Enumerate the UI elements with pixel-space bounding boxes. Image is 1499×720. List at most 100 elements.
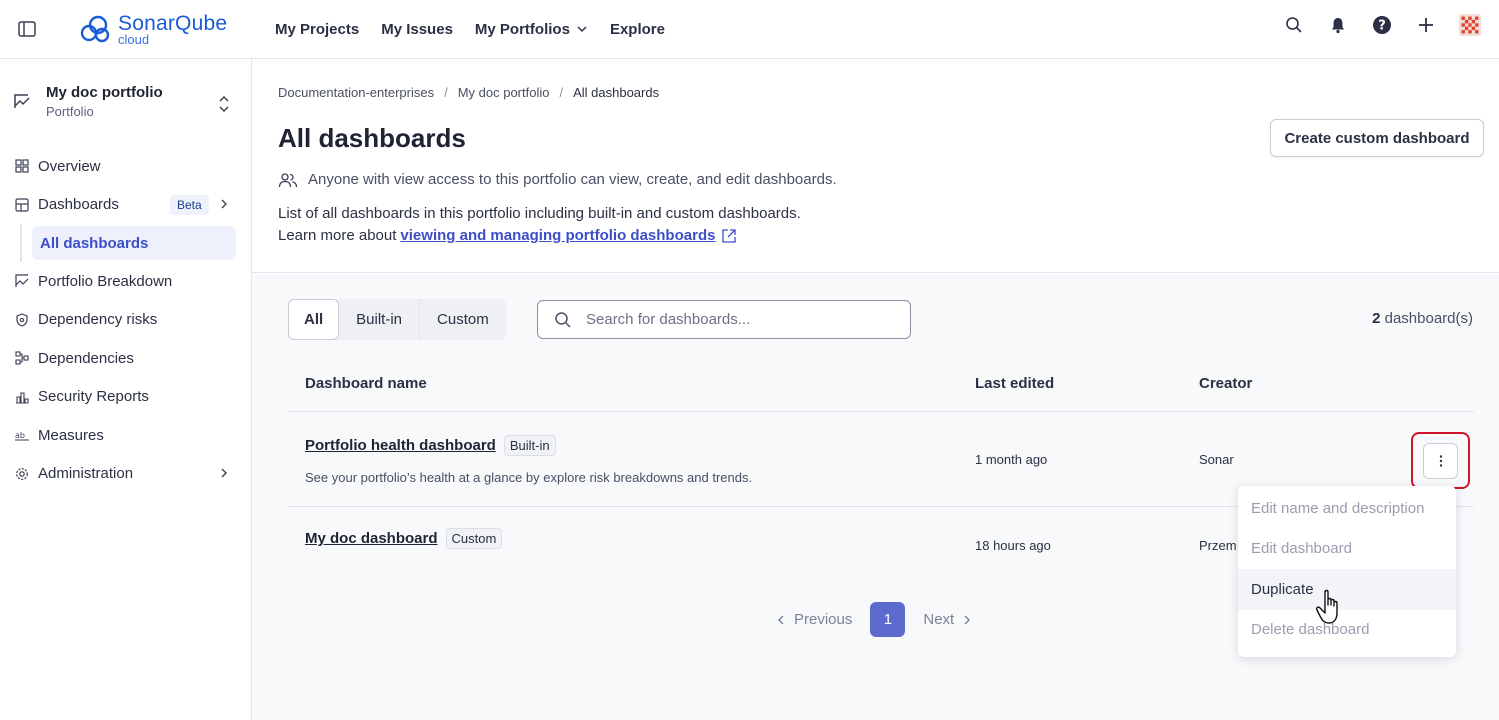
top-nav: My Projects My Issues My Portfolios Expl… <box>275 0 665 58</box>
more-actions-button[interactable] <box>1423 443 1458 479</box>
grid-icon <box>14 158 30 174</box>
sidebar-item-label: Overview <box>38 157 101 175</box>
breakdown-icon <box>14 273 30 289</box>
search-icon <box>555 311 571 328</box>
portfolio-switcher[interactable]: My doc portfolio Portfolio <box>12 84 237 124</box>
sidebar-item-security-reports[interactable]: Security Reports <box>0 378 252 417</box>
portfolio-name: My doc portfolio <box>46 84 163 101</box>
search-icon[interactable] <box>1283 14 1305 36</box>
help-icon[interactable]: ? <box>1371 14 1393 36</box>
sidebar-item-portfolio-breakdown[interactable]: Portfolio Breakdown <box>0 262 252 301</box>
sidebar-item-label: Dashboards <box>38 196 119 214</box>
top-bar: SonarQube cloud My Projects My Issues My… <box>0 0 1499 59</box>
sidebar-item-label: Measures <box>38 426 104 444</box>
creator: Sonar <box>1199 452 1234 467</box>
plus-icon[interactable] <box>1415 14 1437 36</box>
sidebar-toggle-icon[interactable] <box>17 19 37 39</box>
nav-explore-label: Explore <box>609 20 665 38</box>
nav-my-portfolios[interactable]: My Portfolios <box>475 21 588 38</box>
chevron-right-icon <box>221 199 227 208</box>
breadcrumb-current: All dashboards <box>573 85 660 100</box>
learn-more: Learn more about viewing and managing po… <box>278 227 737 244</box>
next-page-button[interactable]: Next <box>923 611 972 628</box>
sidebar-item-label: Administration <box>38 465 134 483</box>
dashboard-type-tag: Custom <box>445 528 503 549</box>
dashboard-count-number: 2 <box>1372 310 1381 327</box>
menu-item-edit-dashboard[interactable]: Edit dashboard <box>1238 529 1456 570</box>
chevron-right-icon <box>964 615 971 624</box>
shield-icon <box>14 312 30 328</box>
dashboard-count: 2 dashboard(s) <box>1372 310 1473 327</box>
sidebar-nav: Overview Dashboards Beta All dashboards … <box>0 147 252 493</box>
layout-icon <box>14 197 30 213</box>
chevron-right-icon <box>221 468 227 477</box>
chevron-left-icon <box>778 615 784 624</box>
users-icon <box>278 172 298 187</box>
sidebar-item-administration[interactable]: Administration <box>0 455 252 494</box>
svg-text:ab: ab <box>15 431 25 440</box>
sidebar-subnav: All dashboards <box>20 224 252 262</box>
sidebar-item-label: Dependency risks <box>38 311 158 329</box>
learn-more-prefix: Learn more about <box>278 227 397 244</box>
sonarqube-logo[interactable]: SonarQube cloud <box>76 10 227 48</box>
menu-item-duplicate[interactable]: Duplicate <box>1238 569 1456 610</box>
breadcrumb-separator: / <box>559 85 564 100</box>
previous-page-button[interactable]: Previous <box>776 611 852 628</box>
tab-all[interactable]: All <box>288 299 340 340</box>
search-input[interactable]: Search for dashboards... <box>537 300 911 339</box>
dependencies-icon <box>14 350 30 366</box>
svg-text:?: ? <box>1378 19 1386 34</box>
create-custom-dashboard-button[interactable]: Create custom dashboard <box>1270 119 1484 157</box>
column-last-edited: Last edited <box>975 375 1055 392</box>
portfolio-type: Portfolio <box>46 104 94 119</box>
menu-item-delete[interactable]: Delete dashboard <box>1238 610 1456 651</box>
page-number-button[interactable]: 1 <box>870 602 906 637</box>
dashboard-count-label: dashboard(s) <box>1384 310 1473 327</box>
sidebar-item-dependency-risks[interactable]: Dependency risks <box>0 301 252 340</box>
bell-icon[interactable] <box>1327 14 1349 36</box>
filter-tabs: All Built-in Custom <box>288 299 506 340</box>
menu-item-edit-name[interactable]: Edit name and description <box>1238 488 1456 529</box>
measures-icon: ab <box>14 427 30 443</box>
sidebar-item-label: Security Reports <box>38 388 149 406</box>
nav-my-projects[interactable]: My Projects <box>275 21 359 38</box>
pagination: Previous 1 Next <box>776 602 972 637</box>
sidebar-item-label: All dashboards <box>40 234 149 252</box>
table-header: Dashboard name Last edited Creator <box>288 356 1474 412</box>
dashboard-type-tag: Built-in <box>503 435 556 456</box>
avatar[interactable] <box>1459 14 1481 36</box>
nav-my-issues[interactable]: My Issues <box>381 21 453 38</box>
access-note-text: Anyone with view access to this portfoli… <box>308 171 837 188</box>
breadcrumb-org[interactable]: Documentation-enterprises <box>278 85 434 100</box>
breadcrumb-portfolio[interactable]: My doc portfolio <box>458 85 550 100</box>
sidebar-item-dependencies[interactable]: Dependencies <box>0 339 252 378</box>
breadcrumb-separator: / <box>444 85 448 100</box>
cloud-logo-icon <box>80 15 110 43</box>
dashboard-name-link[interactable]: My doc dashboard <box>305 530 438 547</box>
beta-badge: Beta <box>170 194 209 215</box>
access-note: Anyone with view access to this portfoli… <box>278 171 837 188</box>
tab-custom[interactable]: Custom <box>420 299 506 340</box>
previous-label: Previous <box>794 611 853 628</box>
page-title: All dashboards <box>278 123 466 153</box>
learn-more-link[interactable]: viewing and managing portfolio dashboard… <box>400 227 737 244</box>
breadcrumb: Documentation-enterprises / My doc portf… <box>278 85 659 100</box>
learn-more-link-text: viewing and managing portfolio dashboard… <box>400 227 716 244</box>
tab-built-in[interactable]: Built-in <box>339 299 421 340</box>
nav-explore[interactable]: Explore <box>610 21 665 38</box>
dashboard-description: See your portfolio’s health at a glance … <box>305 470 753 485</box>
last-edited: 1 month ago <box>975 452 1048 467</box>
highlighted-menu-button <box>1411 432 1470 489</box>
more-vertical-icon <box>1439 455 1442 467</box>
nav-my-portfolios-label: My Portfolios <box>474 20 570 38</box>
search-placeholder: Search for dashboards... <box>586 311 751 328</box>
reports-icon <box>14 389 30 405</box>
dashboard-name-link[interactable]: Portfolio health dashboard <box>305 437 496 454</box>
next-label: Next <box>923 611 955 628</box>
sidebar-item-dashboards[interactable]: Dashboards Beta <box>0 186 252 225</box>
sidebar-item-measures[interactable]: ab Measures <box>0 416 252 455</box>
column-dashboard-name: Dashboard name <box>305 375 427 392</box>
sidebar-item-overview[interactable]: Overview <box>0 147 252 186</box>
sidebar-item-all-dashboards[interactable]: All dashboards <box>32 226 236 260</box>
page-header: Documentation-enterprises / My doc portf… <box>252 59 1499 273</box>
